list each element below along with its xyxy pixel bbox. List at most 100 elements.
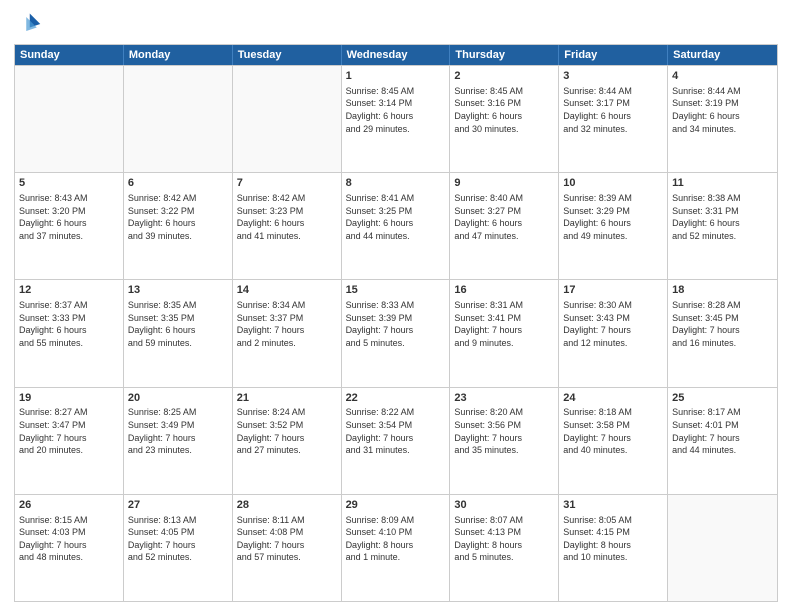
day-cell-11: 11Sunrise: 8:38 AM Sunset: 3:31 PM Dayli… [668,173,777,279]
day-cell-24: 24Sunrise: 8:18 AM Sunset: 3:58 PM Dayli… [559,388,668,494]
day-info: Sunrise: 8:45 AM Sunset: 3:14 PM Dayligh… [346,85,446,135]
day-cell-8: 8Sunrise: 8:41 AM Sunset: 3:25 PM Daylig… [342,173,451,279]
empty-cell-0-2 [233,66,342,172]
day-cell-17: 17Sunrise: 8:30 AM Sunset: 3:43 PM Dayli… [559,280,668,386]
header-day-wednesday: Wednesday [342,45,451,65]
day-info: Sunrise: 8:37 AM Sunset: 3:33 PM Dayligh… [19,299,119,349]
day-cell-23: 23Sunrise: 8:20 AM Sunset: 3:56 PM Dayli… [450,388,559,494]
header-day-friday: Friday [559,45,668,65]
day-number: 25 [672,391,773,406]
day-info: Sunrise: 8:05 AM Sunset: 4:15 PM Dayligh… [563,514,663,564]
day-cell-20: 20Sunrise: 8:25 AM Sunset: 3:49 PM Dayli… [124,388,233,494]
day-info: Sunrise: 8:13 AM Sunset: 4:05 PM Dayligh… [128,514,228,564]
day-info: Sunrise: 8:20 AM Sunset: 3:56 PM Dayligh… [454,406,554,456]
day-number: 11 [672,176,773,191]
day-cell-25: 25Sunrise: 8:17 AM Sunset: 4:01 PM Dayli… [668,388,777,494]
day-number: 30 [454,498,554,513]
empty-cell-0-0 [15,66,124,172]
day-cell-12: 12Sunrise: 8:37 AM Sunset: 3:33 PM Dayli… [15,280,124,386]
day-info: Sunrise: 8:45 AM Sunset: 3:16 PM Dayligh… [454,85,554,135]
day-number: 3 [563,69,663,84]
day-info: Sunrise: 8:22 AM Sunset: 3:54 PM Dayligh… [346,406,446,456]
day-cell-31: 31Sunrise: 8:05 AM Sunset: 4:15 PM Dayli… [559,495,668,601]
header-day-sunday: Sunday [15,45,124,65]
day-number: 10 [563,176,663,191]
day-cell-29: 29Sunrise: 8:09 AM Sunset: 4:10 PM Dayli… [342,495,451,601]
day-info: Sunrise: 8:18 AM Sunset: 3:58 PM Dayligh… [563,406,663,456]
day-info: Sunrise: 8:07 AM Sunset: 4:13 PM Dayligh… [454,514,554,564]
day-cell-16: 16Sunrise: 8:31 AM Sunset: 3:41 PM Dayli… [450,280,559,386]
day-number: 6 [128,176,228,191]
calendar-row-0: 1Sunrise: 8:45 AM Sunset: 3:14 PM Daylig… [15,65,777,172]
header-day-saturday: Saturday [668,45,777,65]
day-info: Sunrise: 8:44 AM Sunset: 3:19 PM Dayligh… [672,85,773,135]
day-info: Sunrise: 8:15 AM Sunset: 4:03 PM Dayligh… [19,514,119,564]
day-number: 19 [19,391,119,406]
day-number: 17 [563,283,663,298]
calendar-row-2: 12Sunrise: 8:37 AM Sunset: 3:33 PM Dayli… [15,279,777,386]
day-cell-9: 9Sunrise: 8:40 AM Sunset: 3:27 PM Daylig… [450,173,559,279]
day-cell-5: 5Sunrise: 8:43 AM Sunset: 3:20 PM Daylig… [15,173,124,279]
calendar-row-1: 5Sunrise: 8:43 AM Sunset: 3:20 PM Daylig… [15,172,777,279]
empty-cell-0-1 [124,66,233,172]
day-cell-3: 3Sunrise: 8:44 AM Sunset: 3:17 PM Daylig… [559,66,668,172]
page: SundayMondayTuesdayWednesdayThursdayFrid… [0,0,792,612]
day-info: Sunrise: 8:31 AM Sunset: 3:41 PM Dayligh… [454,299,554,349]
day-info: Sunrise: 8:39 AM Sunset: 3:29 PM Dayligh… [563,192,663,242]
day-info: Sunrise: 8:41 AM Sunset: 3:25 PM Dayligh… [346,192,446,242]
day-info: Sunrise: 8:11 AM Sunset: 4:08 PM Dayligh… [237,514,337,564]
calendar-header: SundayMondayTuesdayWednesdayThursdayFrid… [15,45,777,65]
logo-icon [14,10,42,38]
calendar-body: 1Sunrise: 8:45 AM Sunset: 3:14 PM Daylig… [15,65,777,601]
day-info: Sunrise: 8:34 AM Sunset: 3:37 PM Dayligh… [237,299,337,349]
day-info: Sunrise: 8:09 AM Sunset: 4:10 PM Dayligh… [346,514,446,564]
day-number: 1 [346,69,446,84]
day-cell-27: 27Sunrise: 8:13 AM Sunset: 4:05 PM Dayli… [124,495,233,601]
day-cell-22: 22Sunrise: 8:22 AM Sunset: 3:54 PM Dayli… [342,388,451,494]
day-number: 22 [346,391,446,406]
calendar-row-3: 19Sunrise: 8:27 AM Sunset: 3:47 PM Dayli… [15,387,777,494]
day-number: 27 [128,498,228,513]
day-number: 16 [454,283,554,298]
day-number: 20 [128,391,228,406]
day-info: Sunrise: 8:25 AM Sunset: 3:49 PM Dayligh… [128,406,228,456]
day-number: 2 [454,69,554,84]
day-info: Sunrise: 8:27 AM Sunset: 3:47 PM Dayligh… [19,406,119,456]
day-info: Sunrise: 8:44 AM Sunset: 3:17 PM Dayligh… [563,85,663,135]
day-cell-6: 6Sunrise: 8:42 AM Sunset: 3:22 PM Daylig… [124,173,233,279]
day-cell-15: 15Sunrise: 8:33 AM Sunset: 3:39 PM Dayli… [342,280,451,386]
day-cell-26: 26Sunrise: 8:15 AM Sunset: 4:03 PM Dayli… [15,495,124,601]
day-number: 23 [454,391,554,406]
day-info: Sunrise: 8:24 AM Sunset: 3:52 PM Dayligh… [237,406,337,456]
day-number: 24 [563,391,663,406]
day-number: 29 [346,498,446,513]
day-number: 9 [454,176,554,191]
day-number: 7 [237,176,337,191]
day-info: Sunrise: 8:28 AM Sunset: 3:45 PM Dayligh… [672,299,773,349]
day-number: 12 [19,283,119,298]
day-cell-21: 21Sunrise: 8:24 AM Sunset: 3:52 PM Dayli… [233,388,342,494]
day-info: Sunrise: 8:30 AM Sunset: 3:43 PM Dayligh… [563,299,663,349]
day-info: Sunrise: 8:40 AM Sunset: 3:27 PM Dayligh… [454,192,554,242]
header-day-tuesday: Tuesday [233,45,342,65]
day-number: 21 [237,391,337,406]
day-number: 18 [672,283,773,298]
day-info: Sunrise: 8:42 AM Sunset: 3:23 PM Dayligh… [237,192,337,242]
day-number: 28 [237,498,337,513]
day-number: 31 [563,498,663,513]
day-cell-13: 13Sunrise: 8:35 AM Sunset: 3:35 PM Dayli… [124,280,233,386]
day-cell-1: 1Sunrise: 8:45 AM Sunset: 3:14 PM Daylig… [342,66,451,172]
day-cell-18: 18Sunrise: 8:28 AM Sunset: 3:45 PM Dayli… [668,280,777,386]
header-day-monday: Monday [124,45,233,65]
day-cell-30: 30Sunrise: 8:07 AM Sunset: 4:13 PM Dayli… [450,495,559,601]
day-cell-14: 14Sunrise: 8:34 AM Sunset: 3:37 PM Dayli… [233,280,342,386]
day-info: Sunrise: 8:17 AM Sunset: 4:01 PM Dayligh… [672,406,773,456]
calendar: SundayMondayTuesdayWednesdayThursdayFrid… [14,44,778,602]
day-number: 15 [346,283,446,298]
day-number: 14 [237,283,337,298]
day-number: 13 [128,283,228,298]
day-number: 26 [19,498,119,513]
day-info: Sunrise: 8:42 AM Sunset: 3:22 PM Dayligh… [128,192,228,242]
logo [14,10,46,38]
day-cell-10: 10Sunrise: 8:39 AM Sunset: 3:29 PM Dayli… [559,173,668,279]
